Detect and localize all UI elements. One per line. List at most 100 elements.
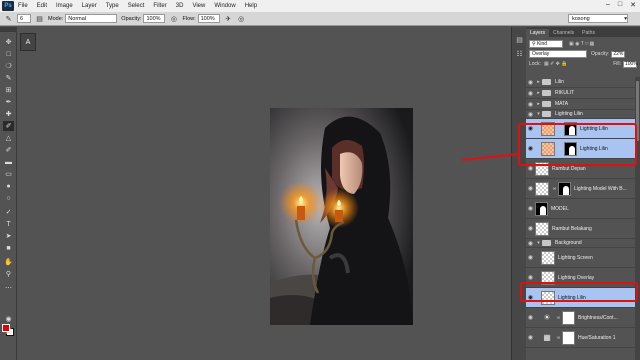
eye-icon[interactable]: ◉	[526, 225, 535, 232]
layer-opacity-field[interactable]: 22%	[611, 50, 626, 58]
tools-panel: ✥ □ ❍ ✎ ⊞ ✒ ✚ ✐ △ ✐ ▬ ▭ ● ○ ✓ T ➤ ■ ✋ ⚲ …	[0, 27, 17, 360]
quick-select-tool-icon[interactable]: ✎	[3, 73, 14, 83]
menu-edit[interactable]: Edit	[37, 3, 47, 9]
history-brush-tool-icon[interactable]: ✐	[3, 145, 14, 155]
tab-paths[interactable]: Paths	[578, 29, 599, 37]
layers-scrollbar[interactable]	[635, 77, 640, 360]
minimize-icon[interactable]: –	[606, 1, 610, 9]
flow-field[interactable]: 100%	[197, 14, 220, 23]
link-icon[interactable]: ∞	[556, 315, 561, 321]
layer-brightness-contrast[interactable]: ◉ ☀ ∞ Brightness/Cont...	[526, 308, 635, 328]
pressure-opacity-icon[interactable]: ◎	[169, 14, 178, 23]
link-icon[interactable]: ∞	[556, 335, 561, 341]
clone-stamp-tool-icon[interactable]: △	[3, 133, 14, 143]
layer-group-background[interactable]: ◉ ▾ Background	[526, 239, 635, 248]
layer-filter-select[interactable]: ⚲ Kind	[529, 40, 563, 48]
brush-size-picker[interactable]: 6	[17, 14, 31, 23]
eyedropper-tool-icon[interactable]: ✒	[3, 97, 14, 107]
eye-icon[interactable]: ◉	[526, 205, 535, 212]
marquee-tool-icon[interactable]: □	[3, 49, 14, 59]
blur-tool-icon[interactable]: ●	[3, 181, 14, 191]
fill-field[interactable]: 100%	[623, 60, 638, 68]
layer-lighting-screen[interactable]: ◉ Lighting Screen	[526, 248, 635, 268]
healing-brush-tool-icon[interactable]: ✚	[3, 109, 14, 119]
layer-group-mata[interactable]: ◉ ▸ MATA	[526, 99, 635, 110]
layer-group-lighting-lilin[interactable]: ◉ ▾ Lighting Lilin	[526, 110, 635, 119]
menu-file[interactable]: File	[18, 3, 28, 9]
zoom-tool-icon[interactable]: ⚲	[3, 269, 14, 279]
opacity-field[interactable]: 100%	[143, 14, 166, 23]
eye-icon[interactable]: ◉	[526, 79, 535, 86]
layer-mask-thumbnail[interactable]	[562, 330, 575, 345]
eye-icon[interactable]: ◉	[526, 90, 535, 97]
blend-mode-select[interactable]: Overlay	[529, 50, 587, 58]
link-icon[interactable]: ∞	[552, 186, 557, 192]
eye-icon[interactable]: ◉	[526, 254, 535, 261]
eye-icon[interactable]: ◉	[526, 101, 535, 108]
crop-tool-icon[interactable]: ⊞	[3, 85, 14, 95]
layer-name: Lighting Screen	[558, 254, 593, 261]
shape-tool-icon[interactable]: ■	[3, 243, 14, 253]
chevron-down-icon[interactable]: ▾	[535, 111, 542, 117]
move-tool-icon[interactable]: ✥	[3, 37, 14, 47]
eye-icon[interactable]: ◉	[526, 165, 535, 172]
tab-layers[interactable]: Layers	[526, 29, 550, 37]
mode-select[interactable]: Normal	[65, 14, 118, 23]
tools-panel-header[interactable]	[0, 27, 17, 32]
eye-icon[interactable]: ◉	[526, 334, 535, 341]
layer-hue-saturation[interactable]: ◉ ▦ ∞ Hue/Saturation 1	[526, 328, 635, 348]
chevron-down-icon[interactable]: ▾	[535, 240, 542, 246]
layer-rambut-belakang[interactable]: ◉ Rambut Belakang	[526, 219, 635, 239]
hand-tool-icon[interactable]: ✋	[3, 257, 14, 267]
character-panel-icon[interactable]: A	[20, 33, 36, 51]
eye-icon[interactable]: ◉	[526, 314, 535, 321]
brush-tool-preset-icon[interactable]: ✎	[4, 14, 13, 23]
brush-panel-icon[interactable]: ▤	[35, 14, 44, 23]
maximize-icon[interactable]: □	[618, 1, 622, 9]
eye-icon[interactable]: ◉	[526, 274, 535, 281]
lock-icons[interactable]: ▦ ✐ ✥ 🔒	[544, 61, 568, 67]
canvas-workspace[interactable]	[17, 27, 511, 360]
eye-icon[interactable]: ◉	[526, 185, 535, 192]
filter-icons[interactable]: ▣ ◉ T □ ▦	[569, 41, 594, 47]
tab-channels[interactable]: Channels	[549, 29, 578, 37]
menu-view[interactable]: View	[192, 3, 205, 9]
layer-group-lilin[interactable]: ◉ ▸ Lilin	[526, 77, 635, 88]
menu-type[interactable]: Type	[106, 3, 119, 9]
menu-select[interactable]: Select	[128, 3, 145, 9]
layer-model[interactable]: ◉ MODEL	[526, 199, 635, 219]
foreground-color-swatch[interactable]	[2, 324, 10, 332]
pressure-size-icon[interactable]: ◎	[237, 14, 246, 23]
eye-icon[interactable]: ◉	[526, 240, 535, 247]
eraser-tool-icon[interactable]: ▬	[3, 157, 14, 167]
menu-3d[interactable]: 3D	[176, 3, 184, 9]
quick-mask-icon[interactable]: ◉	[3, 314, 14, 324]
layer-mask-thumbnail[interactable]	[558, 181, 571, 196]
document-canvas[interactable]	[270, 108, 413, 325]
history-panel-icon[interactable]: ▤	[515, 35, 524, 44]
pen-tool-icon[interactable]: ✓	[3, 207, 14, 217]
properties-panel-icon[interactable]: ☷	[515, 49, 524, 58]
menu-window[interactable]: Window	[214, 3, 235, 9]
dodge-tool-icon[interactable]: ○	[3, 193, 14, 203]
close-icon[interactable]: ✕	[630, 1, 636, 9]
layer-mask-thumbnail[interactable]	[562, 310, 575, 325]
airbrush-icon[interactable]: ✈	[224, 14, 233, 23]
layer-lighting-model[interactable]: ◉ ∞ Lighting Model With B...	[526, 179, 635, 199]
layer-group-rikulit[interactable]: ◉ ▸ RIKULIT	[526, 88, 635, 99]
path-selection-tool-icon[interactable]: ➤	[3, 231, 14, 241]
more-tools-icon[interactable]: ⋯	[3, 283, 14, 293]
type-tool-icon[interactable]: T	[3, 219, 14, 229]
workspace-select[interactable]: kosong ▾	[568, 14, 628, 23]
menu-image[interactable]: Image	[56, 3, 73, 9]
menu-filter[interactable]: Filter	[153, 3, 166, 9]
brush-tool-icon[interactable]: ✐	[3, 121, 14, 131]
chevron-right-icon[interactable]: ▸	[535, 90, 542, 96]
menu-help[interactable]: Help	[245, 3, 257, 9]
chevron-right-icon[interactable]: ▸	[535, 79, 542, 85]
menu-layer[interactable]: Layer	[82, 3, 97, 9]
gradient-tool-icon[interactable]: ▭	[3, 169, 14, 179]
lasso-tool-icon[interactable]: ❍	[3, 61, 14, 71]
eye-icon[interactable]: ◉	[526, 111, 535, 118]
chevron-right-icon[interactable]: ▸	[535, 101, 542, 107]
